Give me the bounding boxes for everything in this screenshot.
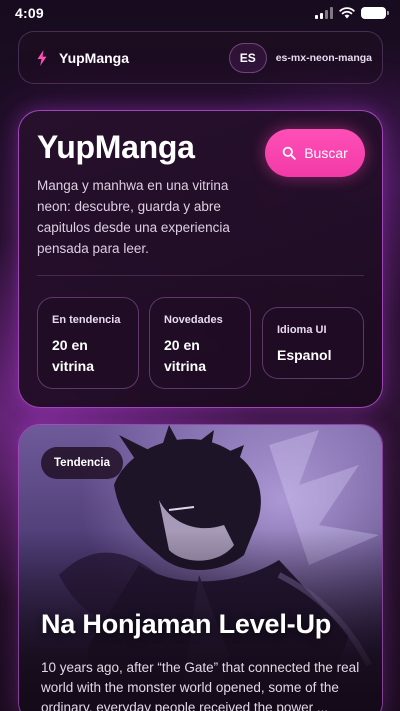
trending-badge: Tendencia xyxy=(41,447,124,479)
search-button-label: Buscar xyxy=(304,145,348,161)
stat-trending[interactable]: En tendencia 20 en vitrina xyxy=(37,297,139,389)
status-bar: 4:09 xyxy=(0,0,400,26)
brand-name[interactable]: YupManga xyxy=(59,50,229,66)
stat-new-releases[interactable]: Novedades 20 en vitrina xyxy=(149,297,251,389)
cellular-signal-icon xyxy=(315,7,333,19)
battery-icon xyxy=(361,7,389,19)
hero-card: YupManga Buscar Manga y manhwa en una vi… xyxy=(18,110,383,408)
language-chip[interactable]: ES xyxy=(228,42,267,73)
featured-manga-card[interactable]: Tendencia Na Honjaman Level-Up 10 years … xyxy=(18,424,383,711)
stat-value: 20 en vitrina xyxy=(52,337,95,374)
status-time: 4:09 xyxy=(15,5,44,21)
featured-title[interactable]: Na Honjaman Level-Up xyxy=(41,609,331,640)
lightning-bolt-icon xyxy=(35,49,49,67)
stat-label: En tendencia xyxy=(52,314,121,326)
status-icons xyxy=(315,7,389,19)
top-app-bar: YupManga ES es-mx-neon-manga xyxy=(18,31,383,84)
locale-id: es-mx-neon-manga xyxy=(275,51,372,64)
stat-value: Espanol xyxy=(277,347,332,363)
hero-description: Manga y manhwa en una vitrina neon: desc… xyxy=(37,178,230,256)
stat-value: 20 en vitrina xyxy=(164,337,207,374)
stat-ui-language[interactable]: Idioma UI Espanol xyxy=(262,307,364,379)
stat-label: Novedades xyxy=(164,314,223,326)
search-icon xyxy=(282,146,296,160)
divider xyxy=(37,275,364,276)
wifi-icon xyxy=(339,7,355,19)
search-button[interactable]: Buscar xyxy=(265,129,365,177)
hero-title: YupManga xyxy=(37,129,195,165)
featured-synopsis: 10 years ago, after “the Gate” that conn… xyxy=(41,660,360,711)
stat-label: Idioma UI xyxy=(277,324,327,336)
